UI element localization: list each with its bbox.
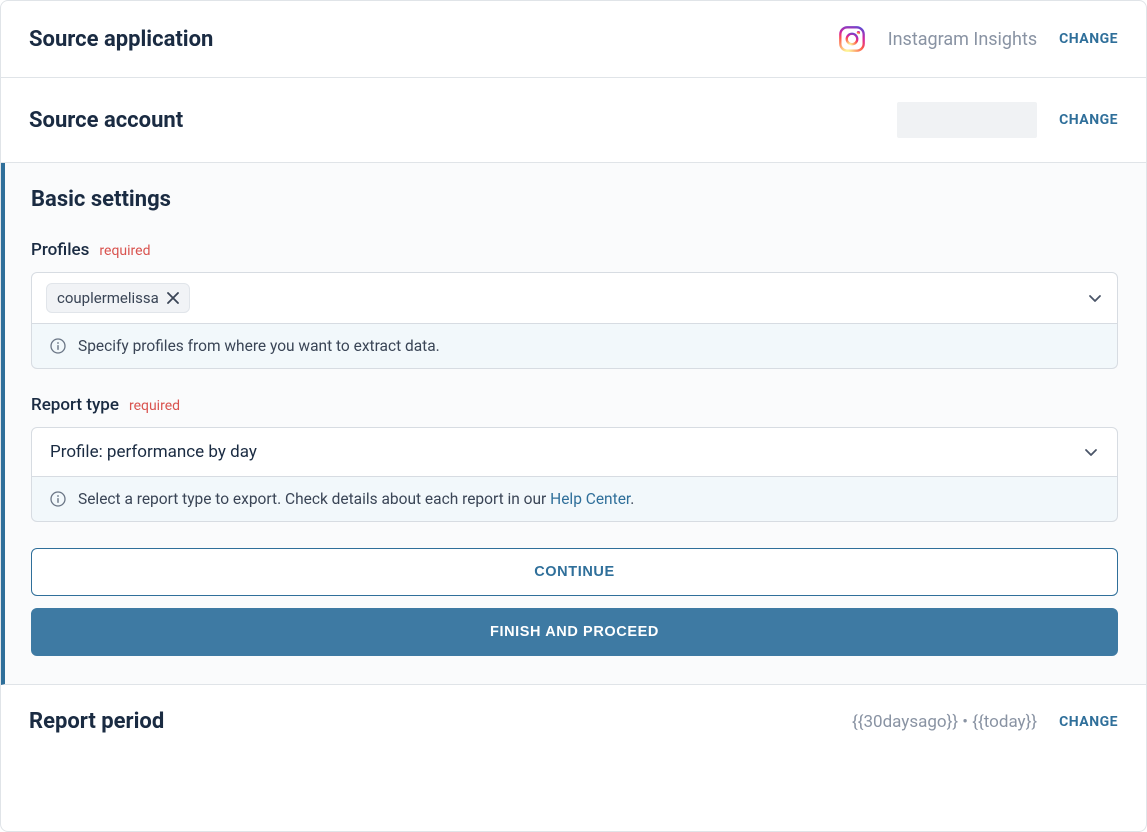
report-type-select[interactable]: Profile: performance by day bbox=[31, 427, 1118, 477]
report-type-label-row: Report type required bbox=[31, 395, 1118, 415]
profiles-help: Specify profiles from where you want to … bbox=[31, 324, 1118, 369]
profiles-required-label: required bbox=[99, 243, 150, 259]
report-type-help-pre: Select a report type to export. Check de… bbox=[78, 490, 550, 508]
info-icon bbox=[50, 338, 66, 354]
profiles-label: Profiles bbox=[31, 240, 89, 260]
source-application-title: Source application bbox=[29, 27, 213, 52]
finish-and-proceed-button[interactable]: FINISH AND PROCEED bbox=[31, 608, 1118, 656]
profiles-help-text: Specify profiles from where you want to … bbox=[78, 337, 440, 355]
chevron-down-icon bbox=[1083, 444, 1099, 460]
source-application-value: Instagram Insights bbox=[888, 29, 1037, 50]
report-type-help: Select a report type to export. Check de… bbox=[31, 477, 1118, 522]
source-account-section: Source account CHANGE bbox=[1, 78, 1146, 163]
continue-button[interactable]: CONTINUE bbox=[31, 548, 1118, 596]
info-icon bbox=[50, 491, 66, 507]
report-type-required-label: required bbox=[129, 398, 180, 414]
report-period-value: {{30daysago}} • {{today}} bbox=[852, 712, 1037, 732]
profile-chip: couplermelissa bbox=[46, 283, 190, 313]
report-type-label: Report type bbox=[31, 395, 119, 415]
settings-container: Source application bbox=[0, 0, 1147, 832]
profiles-field: Profiles required couplermelissa Sp bbox=[31, 240, 1118, 369]
report-period-right: {{30daysago}} • {{today}} CHANGE bbox=[852, 712, 1118, 732]
help-center-link[interactable]: Help Center bbox=[550, 490, 630, 508]
source-application-row: Source application bbox=[29, 25, 1118, 53]
profiles-label-row: Profiles required bbox=[31, 240, 1118, 260]
report-period-row: Report period {{30daysago}} • {{today}} … bbox=[29, 709, 1118, 734]
source-account-right: CHANGE bbox=[897, 102, 1118, 138]
profile-chip-label: couplermelissa bbox=[57, 289, 159, 307]
chevron-down-icon bbox=[1087, 290, 1103, 306]
report-period-section: Report period {{30daysago}} • {{today}} … bbox=[1, 685, 1146, 758]
report-type-help-post: . bbox=[630, 490, 634, 508]
basic-settings-section: Basic settings Profiles required coupler… bbox=[1, 163, 1146, 685]
source-account-value-placeholder bbox=[897, 102, 1037, 138]
report-period-title: Report period bbox=[29, 709, 164, 734]
source-application-right: Instagram Insights CHANGE bbox=[838, 25, 1118, 53]
source-account-title: Source account bbox=[29, 108, 183, 133]
report-type-help-text: Select a report type to export. Check de… bbox=[78, 490, 634, 508]
report-period-change-button[interactable]: CHANGE bbox=[1059, 714, 1118, 730]
instagram-icon bbox=[838, 25, 866, 53]
profile-chip-remove-icon[interactable] bbox=[167, 292, 179, 304]
profiles-select[interactable]: couplermelissa bbox=[31, 272, 1118, 324]
source-application-section: Source application bbox=[1, 1, 1146, 78]
report-type-value: Profile: performance by day bbox=[50, 442, 257, 462]
source-account-row: Source account CHANGE bbox=[29, 102, 1118, 138]
basic-settings-title: Basic settings bbox=[31, 187, 1118, 212]
source-application-change-button[interactable]: CHANGE bbox=[1059, 31, 1118, 47]
report-type-field: Report type required Profile: performanc… bbox=[31, 395, 1118, 522]
source-account-change-button[interactable]: CHANGE bbox=[1059, 112, 1118, 128]
